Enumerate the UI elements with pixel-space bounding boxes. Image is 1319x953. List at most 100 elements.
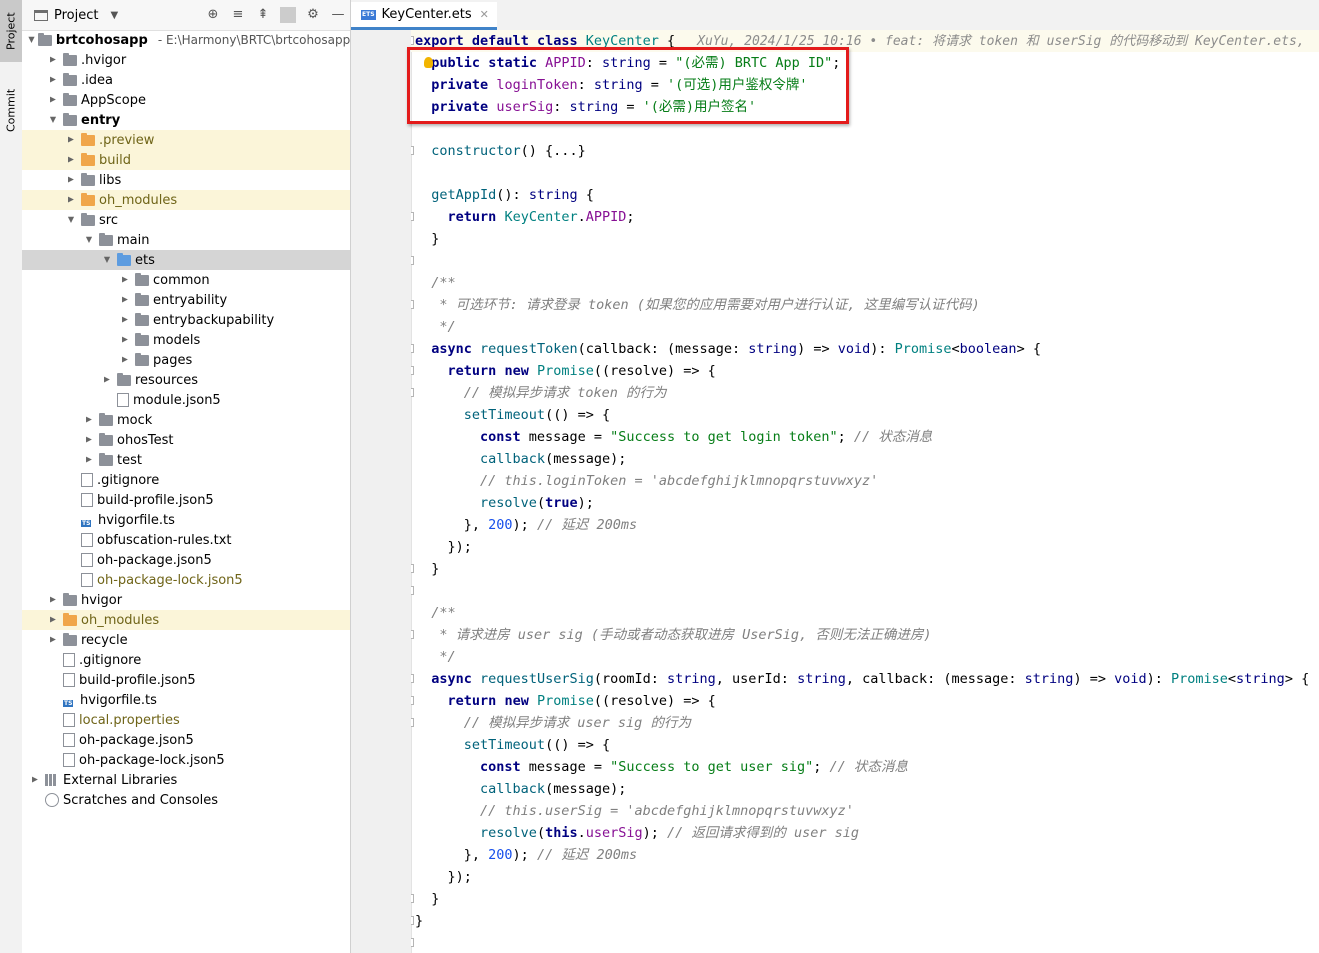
code-line[interactable]: 31 return new Promise((resolve) => { xyxy=(411,690,1319,712)
chevron-down-icon[interactable]: ▼ xyxy=(47,116,60,125)
tree-item-local-properties[interactable]: ▶local.properties xyxy=(22,710,350,730)
code-line[interactable]: 18 setTimeout(() => { xyxy=(411,404,1319,426)
tree-item-entrybackupability[interactable]: ▶ entrybackupability xyxy=(22,310,350,330)
chevron-right-icon[interactable]: ▶ xyxy=(101,376,113,385)
code-area[interactable]: 1export default class KeyCenter {XuYu, 2… xyxy=(411,30,1319,953)
code-line[interactable]: 38 }, 200); // 延迟 200ms xyxy=(411,844,1319,866)
chevron-right-icon[interactable]: ▶ xyxy=(29,776,41,785)
tree-item-oh-package-lock-json5[interactable]: ▶oh-package-lock.json5 xyxy=(22,750,350,770)
fold-marker-icon[interactable] xyxy=(411,894,414,903)
tree-item-resources[interactable]: ▶ resources xyxy=(22,370,350,390)
code-line[interactable]: 24 }); xyxy=(411,536,1319,558)
fold-marker-icon[interactable] xyxy=(411,916,414,925)
code-line[interactable]: 3 private loginToken: string = '(可选)用户鉴权… xyxy=(411,74,1319,96)
tree-item-mock[interactable]: ▶ mock xyxy=(22,410,350,430)
fold-marker-icon[interactable] xyxy=(411,696,414,705)
fold-marker-icon[interactable] xyxy=(411,630,414,639)
code-line[interactable]: 30 async requestUserSig(roomId: string, … xyxy=(411,668,1319,690)
code-line[interactable]: 23 }, 200); // 延迟 200ms xyxy=(411,514,1319,536)
code-line[interactable]: 33 setTimeout(() => { xyxy=(411,734,1319,756)
locate-file-icon[interactable]: ⊕ xyxy=(205,7,221,23)
code-line[interactable]: 13 * 可选环节: 请求登录 token (如果您的应用需要对用户进行认证, … xyxy=(411,294,1319,316)
tree-item-src[interactable]: ▼ src xyxy=(22,210,350,230)
tree-item-build-profile-json5[interactable]: ▶build-profile.json5 xyxy=(22,490,350,510)
tree-item-models[interactable]: ▶ models xyxy=(22,330,350,350)
code-line[interactable]: 41} xyxy=(411,910,1319,932)
chevron-right-icon[interactable]: ▶ xyxy=(119,336,131,345)
tree-item-build-profile-json5[interactable]: ▶build-profile.json5 xyxy=(22,670,350,690)
code-line[interactable]: 42 xyxy=(411,932,1319,953)
code-line[interactable]: 34 const message = "Success to get user … xyxy=(411,756,1319,778)
tree-item-hvigor[interactable]: ▶ .hvigor xyxy=(22,50,350,70)
tree-item-build[interactable]: ▶ build xyxy=(22,150,350,170)
tree-item-oh-modules[interactable]: ▶ oh_modules xyxy=(22,610,350,630)
tree-item-oh-package-json5[interactable]: ▶oh-package.json5 xyxy=(22,730,350,750)
fold-marker-icon[interactable] xyxy=(411,212,414,221)
tree-item-ets[interactable]: ▼ ets xyxy=(22,250,350,270)
tree-item-oh-modules[interactable]: ▶ oh_modules xyxy=(22,190,350,210)
tree-item-obfuscation-rules-txt[interactable]: ▶obfuscation-rules.txt xyxy=(22,530,350,550)
tree-item-test[interactable]: ▶ test xyxy=(22,450,350,470)
tree-item-oh-package-json5[interactable]: ▶oh-package.json5 xyxy=(22,550,350,570)
fold-marker-icon[interactable] xyxy=(411,36,414,45)
chevron-right-icon[interactable]: ▶ xyxy=(83,436,95,445)
code-line[interactable]: 20 callback(message); xyxy=(411,448,1319,470)
fold-marker-icon[interactable] xyxy=(411,300,414,309)
code-line[interactable]: 39 }); xyxy=(411,866,1319,888)
tab-keycenter-ets[interactable]: ETS KeyCenter.ets ✕ xyxy=(351,2,497,30)
code-line[interactable]: 8 getAppId(): string { xyxy=(411,184,1319,206)
tree-item-entryability[interactable]: ▶ entryability xyxy=(22,290,350,310)
tree-item-hvigor[interactable]: ▶ hvigor xyxy=(22,590,350,610)
code-line[interactable]: 16 return new Promise((resolve) => { xyxy=(411,360,1319,382)
tree-item-scratches-and-consoles[interactable]: ▶Scratches and Consoles xyxy=(22,790,350,810)
chevron-right-icon[interactable]: ▶ xyxy=(119,296,131,305)
code-line[interactable]: 17 // 模拟异步请求 token 的行为 xyxy=(411,382,1319,404)
code-line[interactable]: 25 } xyxy=(411,558,1319,580)
project-view-selector[interactable]: Project ▼ xyxy=(34,8,118,23)
chevron-right-icon[interactable]: ▶ xyxy=(65,136,77,145)
code-line[interactable]: 35 callback(message); xyxy=(411,778,1319,800)
code-line[interactable]: 22 resolve(true); xyxy=(411,492,1319,514)
chevron-right-icon[interactable]: ▶ xyxy=(83,456,95,465)
fold-marker-icon[interactable] xyxy=(411,344,414,353)
expand-all-icon[interactable]: ≡ xyxy=(230,7,246,23)
fold-marker-icon[interactable] xyxy=(411,564,414,573)
chevron-right-icon[interactable]: ▶ xyxy=(47,616,59,625)
code-line[interactable]: 26 xyxy=(411,580,1319,602)
tree-item-oh-package-lock-json5[interactable]: ▶oh-package-lock.json5 xyxy=(22,570,350,590)
tree-item-external-libraries[interactable]: ▶ External Libraries xyxy=(22,770,350,790)
tree-item-preview[interactable]: ▶ .preview xyxy=(22,130,350,150)
collapse-all-icon[interactable]: ⇞ xyxy=(255,7,271,23)
intention-bulb-icon[interactable] xyxy=(424,57,433,68)
project-tool-tab[interactable]: Project xyxy=(0,0,22,62)
code-line[interactable]: 4 private userSig: string = '(必需)用户签名' xyxy=(411,96,1319,118)
code-line[interactable]: 5 xyxy=(411,118,1319,140)
code-line[interactable]: 40 } xyxy=(411,888,1319,910)
chevron-right-icon[interactable]: ▶ xyxy=(65,176,77,185)
chevron-right-icon[interactable]: ▶ xyxy=(65,156,77,165)
gear-icon[interactable]: ⚙ xyxy=(305,7,321,23)
code-line[interactable]: 14 */ xyxy=(411,316,1319,338)
code-line[interactable]: 32 // 模拟异步请求 user sig 的行为 xyxy=(411,712,1319,734)
fold-marker-icon[interactable] xyxy=(411,586,414,595)
fold-marker-icon[interactable] xyxy=(411,938,414,947)
code-line[interactable]: 28 * 请求进房 user sig (手动或者动态获取进房 UserSig, … xyxy=(411,624,1319,646)
tree-item-libs[interactable]: ▶ libs xyxy=(22,170,350,190)
fold-marker-icon[interactable] xyxy=(411,388,414,397)
tree-item-recycle[interactable]: ▶ recycle xyxy=(22,630,350,650)
chevron-down-icon[interactable]: ▼ xyxy=(28,36,34,45)
code-line[interactable]: 7 xyxy=(411,162,1319,184)
code-line[interactable]: 21 // this.loginToken = 'abcdefghijklmno… xyxy=(411,470,1319,492)
tree-item-hvigorfile-ts[interactable]: ▶hvigorfile.ts xyxy=(22,510,350,530)
code-line[interactable]: 15 async requestToken(callback: (message… xyxy=(411,338,1319,360)
fold-marker-icon[interactable] xyxy=(411,674,414,683)
chevron-right-icon[interactable]: ▶ xyxy=(47,636,59,645)
tree-item-brtcohosapp[interactable]: ▼ brtcohosapp - E:\Harmony\BRTC\brtcohosap… xyxy=(22,30,350,50)
chevron-down-icon[interactable]: ▼ xyxy=(65,216,78,225)
tree-item-hvigorfile-ts[interactable]: ▶hvigorfile.ts xyxy=(22,690,350,710)
tree-item-common[interactable]: ▶ common xyxy=(22,270,350,290)
code-line[interactable]: 9 return KeyCenter.APPID; xyxy=(411,206,1319,228)
chevron-right-icon[interactable]: ▶ xyxy=(83,416,95,425)
chevron-right-icon[interactable]: ▶ xyxy=(119,356,131,365)
tree-item-main[interactable]: ▼ main xyxy=(22,230,350,250)
